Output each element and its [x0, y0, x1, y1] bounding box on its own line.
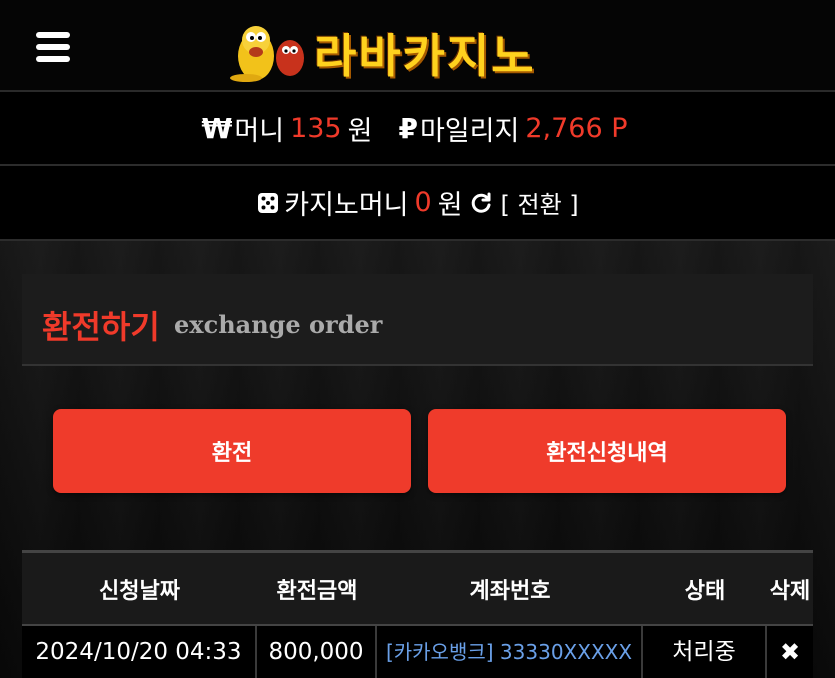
top-header: 라바카지노	[0, 0, 835, 92]
casino-label: 카지노머니	[284, 190, 409, 221]
col-header-account: 계좌번호	[469, 578, 551, 604]
won-icon: ₩	[201, 111, 233, 145]
money-label: 머니	[234, 115, 285, 147]
dice-icon	[258, 192, 279, 213]
page-subtitle: exchange order	[174, 310, 383, 339]
exchange-history-button[interactable]: 환전신청내역	[428, 409, 786, 493]
page-title: 환전하기	[42, 308, 160, 346]
menu-icon[interactable]	[36, 32, 70, 62]
exchange-button[interactable]: 환전	[53, 409, 411, 493]
casino-unit: 원	[437, 190, 463, 221]
mileage-icon: ₽	[398, 111, 418, 145]
cell-date: 2024/10/20 04:33	[22, 626, 257, 678]
table-row: 2024/10/20 04:33 800,000 [카카오뱅크] 33330XX…	[22, 626, 813, 678]
panel-header: 환전하기 exchange order	[22, 274, 813, 366]
casino-row: 카지노머니 0 원 [ 전환 ]	[0, 166, 835, 241]
site-logo[interactable]: 라바카지노	[228, 10, 608, 83]
col-header-date: 신청날짜	[99, 578, 180, 604]
cell-status: 처리중	[643, 626, 767, 678]
convert-button[interactable]: [ 전환 ]	[501, 185, 579, 220]
col-header-delete: 삭제	[769, 578, 811, 604]
casino-value: 0	[414, 187, 432, 218]
col-header-status: 상태	[684, 578, 726, 604]
close-icon[interactable]: ✖	[767, 626, 813, 678]
col-header-amount: 환전금액	[276, 578, 358, 604]
mileage-value: 2,766 P	[525, 112, 628, 144]
exchange-table: 신청날짜 환전금액 계좌번호 상태 삭제 2024/10/20 04:33 80…	[22, 550, 813, 678]
cell-account: [카카오뱅크] 33330XXXXX	[377, 626, 643, 678]
mileage-label: 마일리지	[419, 115, 520, 147]
refresh-icon[interactable]	[469, 191, 493, 215]
mascot-icon	[230, 26, 304, 82]
cell-amount: 800,000	[257, 626, 377, 678]
table-header: 신청날짜 환전금액 계좌번호 상태 삭제	[22, 550, 813, 626]
logo-text: 라바카지노	[314, 29, 536, 83]
money-unit: 원	[347, 115, 373, 147]
money-value: 135	[290, 112, 342, 144]
balance-row: ₩ 머니 135 원 ₽ 마일리지 2,766 P	[0, 92, 835, 166]
